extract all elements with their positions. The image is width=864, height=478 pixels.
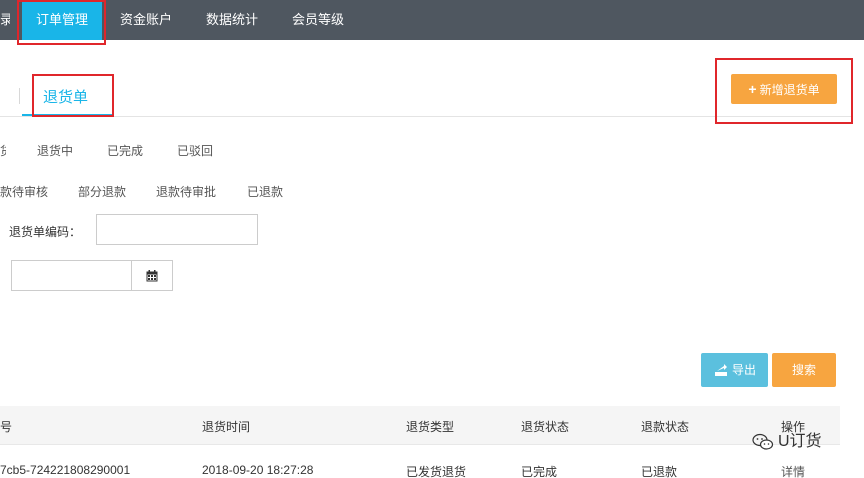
return-code-label: 退货单编码： [9,225,82,239]
cell-return-type: 已发货退货 [406,465,467,478]
filter-status-0[interactable]: 货 [0,142,6,159]
tab-divider [19,88,20,104]
details-link[interactable]: 详情 [781,463,805,478]
filter-refund-partial[interactable]: 部分退款 [78,183,126,200]
table-row-divider [0,444,840,445]
search-button[interactable]: 搜索 [772,353,836,387]
plus-icon: + [748,81,757,97]
cell-return-time: 2018-09-20 18:27:28 [202,463,314,477]
wechat-icon [752,433,774,450]
add-return-button[interactable]: + 新增退货单 [731,74,837,104]
cell-return-number: 7cb5-724221808290001 [0,463,131,477]
date-input[interactable] [11,260,132,291]
filter-status-completed[interactable]: 已完成 [107,142,143,159]
export-icon [715,364,727,376]
nav-item-stats[interactable]: 数据统计 [206,0,258,40]
th-return-status: 退货状态 [521,420,570,434]
th-refund-status: 退款状态 [641,420,690,434]
filter-refund-pending-approval[interactable]: 退款待审批 [156,183,216,200]
th-return-time: 退货时间 [202,420,251,434]
th-return-number: 号 [0,420,13,434]
nav-item-orders[interactable]: 订单管理 [22,0,102,40]
tab-returns[interactable]: 退货单 [43,86,88,107]
cell-return-status: 已完成 [521,465,558,478]
return-code-input[interactable] [96,214,258,245]
filter-status-returning[interactable]: 退货中 [37,142,73,159]
th-return-type: 退货类型 [406,420,455,434]
calendar-button[interactable] [131,260,173,291]
nav-item-home[interactable]: 录 [0,0,10,40]
nav-item-member-level[interactable]: 会员等级 [292,0,344,40]
watermark: U订货 [752,427,822,451]
watermark-text: U订货 [778,433,822,450]
top-nav: 录 订单管理 资金账户 数据统计 会员等级 [0,0,864,40]
export-label: 导出 [732,363,757,377]
cell-refund-status: 已退款 [641,465,678,478]
nav-item-funds[interactable]: 资金账户 [120,0,172,40]
calendar-icon [146,270,158,282]
add-return-label: 新增退货单 [759,83,820,97]
export-button[interactable]: 导出 [701,353,768,387]
filter-refund-done[interactable]: 已退款 [247,183,283,200]
filter-refund-pending-review[interactable]: 款待审核 [0,183,48,200]
filter-status-rejected[interactable]: 已驳回 [177,142,213,159]
tab-bar-border [0,116,852,117]
